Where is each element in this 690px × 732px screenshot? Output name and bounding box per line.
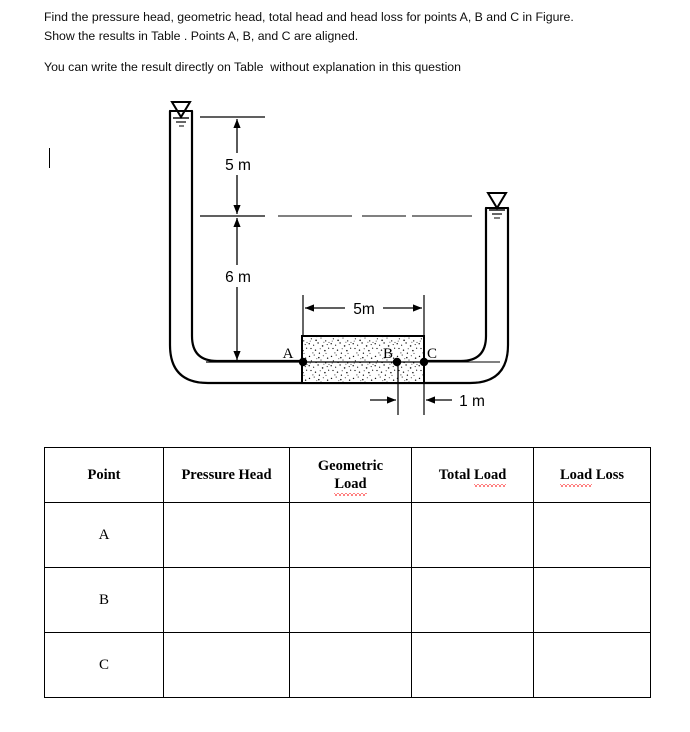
question-line-2: Show the results in Table . Points A, B,…	[44, 28, 359, 43]
cell-point-b: B	[44, 567, 164, 633]
header-geometric-word2: Load	[334, 476, 367, 496]
point-marker-b	[392, 357, 402, 367]
cell-pressure-head-a[interactable]	[163, 502, 290, 568]
question-line-3: You can write the result directly on Tab…	[44, 60, 461, 74]
cell-load-loss-c[interactable]	[533, 632, 651, 698]
water-level-triangle-icon-right	[486, 192, 508, 210]
header-geometric-load: Geometric Load	[289, 447, 412, 503]
dim-5m-h-label: 5m	[353, 301, 375, 318]
dim-5m-arrow-up	[233, 119, 241, 128]
cell-total-load-b[interactable]	[411, 567, 534, 633]
table-row: A	[44, 502, 651, 568]
dim-6m-arrow-down	[233, 351, 241, 360]
cell-pressure-head-c[interactable]	[163, 632, 290, 698]
dim-1m-label: 1 m	[459, 393, 485, 410]
question-line-1: Find the pressure head, geometric head, …	[44, 10, 574, 24]
water-level-triangle-icon-left	[170, 101, 192, 119]
cell-geometric-load-a[interactable]	[289, 502, 412, 568]
dim-5m-h-arrow-left	[305, 304, 314, 312]
dim-5m-arrow-down	[233, 205, 241, 214]
dim-5m-label: 5 m	[225, 157, 251, 174]
dimension-5m-horizontal: 5m	[302, 295, 425, 336]
header-point: Point	[44, 447, 164, 503]
cell-point-a: A	[44, 502, 164, 568]
soil-sample-block	[302, 336, 424, 383]
cell-geometric-load-b[interactable]	[289, 567, 412, 633]
header-total-word1: Total	[438, 467, 475, 483]
cell-geometric-load-c[interactable]	[289, 632, 412, 698]
table-row: C	[44, 632, 651, 698]
dim-6m-arrow-up	[233, 218, 241, 227]
dimension-5m-vertical: 5 m	[220, 119, 256, 214]
question-text-block: Find the pressure head, geometric head, …	[44, 8, 644, 77]
utube-inner-wall	[190, 109, 488, 363]
point-label-c: C	[427, 346, 437, 362]
dim-1m-arrow-left-inward	[387, 396, 396, 404]
dim-1m-arrow-right-inward	[426, 396, 435, 404]
point-marker-a	[298, 357, 308, 367]
results-table: Point Pressure Head Geometric Load Total…	[44, 447, 651, 698]
header-load-loss: Load Loss	[533, 447, 651, 503]
dim-5m-h-arrow-right	[413, 304, 422, 312]
header-geometric-word1: Geometric	[317, 458, 384, 474]
dimension-1m-horizontal: 1 m	[370, 383, 485, 415]
header-loss-word2: Loss	[592, 467, 625, 483]
table-row: B	[44, 567, 651, 633]
point-label-b: B	[383, 346, 393, 362]
header-total-word2: Load	[474, 467, 507, 487]
cell-total-load-c[interactable]	[411, 632, 534, 698]
right-water-level-symbol	[486, 192, 508, 219]
point-label-a: A	[283, 346, 294, 362]
cell-total-load-a[interactable]	[411, 502, 534, 568]
permeameter-figure: A B C 5 m 6 m 5m 1 m	[0, 90, 690, 430]
header-total-load: Total Load	[411, 447, 534, 503]
cell-load-loss-b[interactable]	[533, 567, 651, 633]
dimension-6m-vertical: 6 m	[220, 218, 256, 360]
table-header-row: Point Pressure Head Geometric Load Total…	[44, 447, 651, 503]
cell-point-c: C	[44, 632, 164, 698]
left-water-level-symbol	[170, 101, 192, 127]
header-loss-word1: Load	[559, 467, 593, 487]
dim-6m-label: 6 m	[225, 269, 251, 286]
header-pressure-head: Pressure Head	[163, 447, 290, 503]
cell-pressure-head-b[interactable]	[163, 567, 290, 633]
cell-load-loss-a[interactable]	[533, 502, 651, 568]
